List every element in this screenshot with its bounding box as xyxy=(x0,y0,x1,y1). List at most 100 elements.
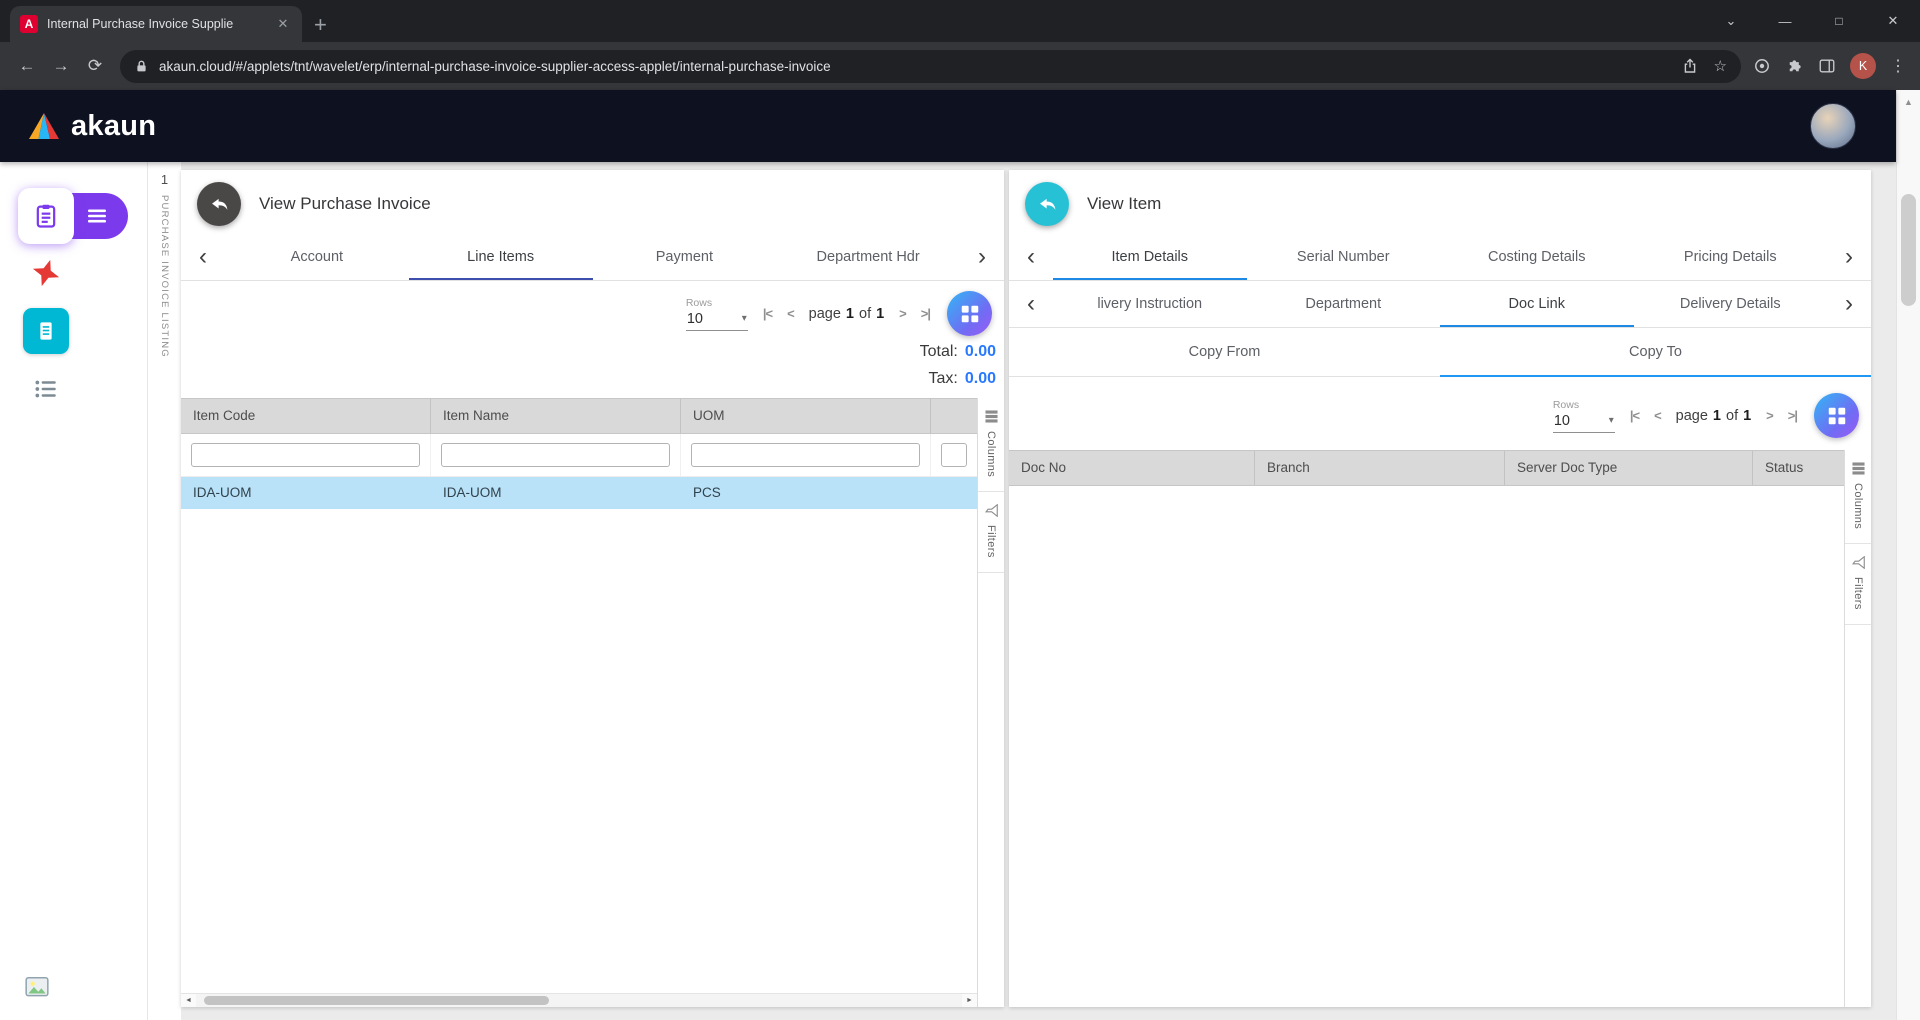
browser-profile-avatar[interactable]: K xyxy=(1850,53,1876,79)
tab-payment[interactable]: Payment xyxy=(593,234,777,280)
tab-line-items[interactable]: Line Items xyxy=(409,234,593,280)
side-panel-icon[interactable] xyxy=(1818,57,1836,75)
address-bar[interactable]: akaun.cloud/#/applets/tnt/wavelet/erp/in… xyxy=(120,50,1741,83)
first-page-button[interactable]: |< xyxy=(763,306,772,321)
scroll-up-icon[interactable]: ▲ xyxy=(1897,90,1920,107)
share-icon[interactable] xyxy=(1682,58,1698,74)
tab-doc-link[interactable]: Doc Link xyxy=(1440,281,1634,327)
new-tab-button[interactable]: + xyxy=(314,14,327,36)
listing-label: PURCHASE INVOICE LISTING xyxy=(159,195,170,358)
browser-forward-icon[interactable]: → xyxy=(44,49,78,83)
tab-department-hdr[interactable]: Department Hdr xyxy=(776,234,960,280)
scroll-left-icon[interactable]: ◄ xyxy=(181,994,196,1007)
next-page-button[interactable]: > xyxy=(899,306,906,321)
rows-per-page-select[interactable]: Rows 10▾ xyxy=(1553,399,1615,433)
tab-delivery-details[interactable]: Delivery Details xyxy=(1634,281,1828,327)
last-page-button[interactable]: >| xyxy=(1788,408,1797,423)
scrollbar-thumb[interactable] xyxy=(204,996,549,1005)
tabs-scroll-left-icon[interactable]: ‹ xyxy=(1009,245,1053,269)
scroll-right-icon[interactable]: ► xyxy=(962,994,977,1007)
browser-back-icon[interactable]: ← xyxy=(10,49,44,83)
akaun-logo-icon xyxy=(26,110,62,142)
sidebar-item-invoice-applet[interactable] xyxy=(18,302,74,360)
tab-close-icon[interactable]: ✕ xyxy=(274,16,292,32)
page-scrollbar[interactable]: ▲ xyxy=(1896,90,1920,1020)
tab-costing-details[interactable]: Costing Details xyxy=(1440,234,1634,280)
tabs-scroll-left-icon[interactable]: ‹ xyxy=(181,245,225,269)
tab-delivery-instruction[interactable]: livery Instruction xyxy=(1053,281,1247,327)
right-panel-header: View Item xyxy=(1009,170,1871,234)
window-minimize-button[interactable]: — xyxy=(1758,0,1812,42)
tabs-scroll-right-icon[interactable]: › xyxy=(1827,245,1871,269)
image-icon xyxy=(24,975,50,999)
tab-department[interactable]: Department xyxy=(1247,281,1441,327)
page-viewport: akaun xyxy=(0,90,1920,1020)
url-text: akaun.cloud/#/applets/tnt/wavelet/erp/in… xyxy=(159,59,1672,74)
column-header-status: Status xyxy=(1753,451,1844,485)
column-header-uom: UOM xyxy=(681,399,931,433)
tab-search-icon[interactable]: ⌄ xyxy=(1704,0,1758,42)
rows-per-page-select[interactable]: Rows 10▾ xyxy=(686,297,748,331)
columns-button[interactable]: Columns xyxy=(978,398,1004,492)
cell-item-code: IDA-UOM xyxy=(181,477,431,509)
sidebar-item-purchase-invoice-applet[interactable] xyxy=(18,188,147,244)
filter-funnel-icon xyxy=(1852,556,1865,569)
akaun-logo[interactable]: akaun xyxy=(26,110,156,143)
filter-item-name-input[interactable] xyxy=(441,443,670,467)
last-page-button[interactable]: >| xyxy=(921,306,930,321)
clipboard-applet-icon[interactable] xyxy=(18,188,74,244)
table-side-toolbar: Columns Filters xyxy=(977,398,1004,1007)
web-page: akaun xyxy=(0,90,1896,1020)
next-page-button[interactable]: > xyxy=(1766,408,1773,423)
filters-button[interactable]: Filters xyxy=(978,492,1004,573)
prev-page-button[interactable]: < xyxy=(1654,408,1661,423)
tab-account[interactable]: Account xyxy=(225,234,409,280)
columns-button[interactable]: Columns xyxy=(1845,450,1871,544)
filter-uom-input[interactable] xyxy=(691,443,920,467)
bookmark-star-icon[interactable]: ☆ xyxy=(1714,57,1727,75)
horizontal-scrollbar[interactable]: ◄ ► xyxy=(181,993,977,1007)
window-maximize-button[interactable]: □ xyxy=(1812,0,1866,42)
tabs-scroll-right-icon[interactable]: › xyxy=(1827,292,1871,316)
user-avatar[interactable] xyxy=(1810,103,1856,149)
tabs-scroll-left-icon[interactable]: ‹ xyxy=(1009,292,1053,316)
table-settings-button[interactable] xyxy=(1814,393,1859,438)
filter-item-code-input[interactable] xyxy=(191,443,420,467)
sidebar-item-red-applet[interactable] xyxy=(18,244,74,302)
tab-pricing-details[interactable]: Pricing Details xyxy=(1634,234,1828,280)
tax-label: Tax: xyxy=(929,365,958,392)
hamburger-menu-icon xyxy=(87,208,107,224)
filter-extra-input[interactable] xyxy=(941,443,967,467)
browser-tab[interactable]: A Internal Purchase Invoice Supplie ✕ xyxy=(10,6,302,42)
table-row[interactable]: IDA-UOM IDA-UOM PCS xyxy=(181,477,977,509)
browser-toolbar: ← → ⟳ akaun.cloud/#/applets/tnt/wavelet/… xyxy=(0,42,1920,90)
window-close-button[interactable]: ✕ xyxy=(1866,0,1920,42)
view-purchase-invoice-panel: View Purchase Invoice ‹ Account Line Ite… xyxy=(181,170,1004,1007)
subtab-copy-from[interactable]: Copy From xyxy=(1009,328,1440,376)
item-back-button[interactable] xyxy=(1025,182,1069,226)
table-settings-button[interactable] xyxy=(947,291,992,336)
prev-page-button[interactable]: < xyxy=(787,306,794,321)
tabs-scroll-right-icon[interactable]: › xyxy=(960,245,1004,269)
column-header-extra xyxy=(931,399,977,433)
doc-link-table-zone: Doc No Branch Server Doc Type Status xyxy=(1009,450,1871,1007)
first-page-button[interactable]: |< xyxy=(1630,408,1639,423)
tab-item-details[interactable]: Item Details xyxy=(1053,234,1247,280)
subtab-copy-to[interactable]: Copy To xyxy=(1440,328,1871,376)
back-button[interactable] xyxy=(197,182,241,226)
page-scrollbar-thumb[interactable] xyxy=(1901,194,1916,306)
applet-menu-flyout-button[interactable] xyxy=(66,193,128,239)
sidebar-item-listing[interactable] xyxy=(18,360,74,418)
target-extension-icon[interactable] xyxy=(1753,57,1771,75)
browser-menu-icon[interactable]: ⋮ xyxy=(1890,56,1906,76)
browser-reload-icon[interactable]: ⟳ xyxy=(78,49,112,83)
sidebar-item-gallery[interactable] xyxy=(24,975,50,1004)
extensions-puzzle-icon[interactable] xyxy=(1785,57,1804,76)
purchase-invoice-listing-strip[interactable]: 1 PURCHASE INVOICE LISTING xyxy=(147,162,181,1020)
tab-serial-number[interactable]: Serial Number xyxy=(1247,234,1441,280)
panel-title: View Item xyxy=(1087,194,1161,214)
filters-button[interactable]: Filters xyxy=(1845,544,1871,625)
scrollbar-track[interactable] xyxy=(196,994,962,1007)
columns-icon xyxy=(1852,462,1865,475)
red-star-applet-icon xyxy=(31,258,61,288)
